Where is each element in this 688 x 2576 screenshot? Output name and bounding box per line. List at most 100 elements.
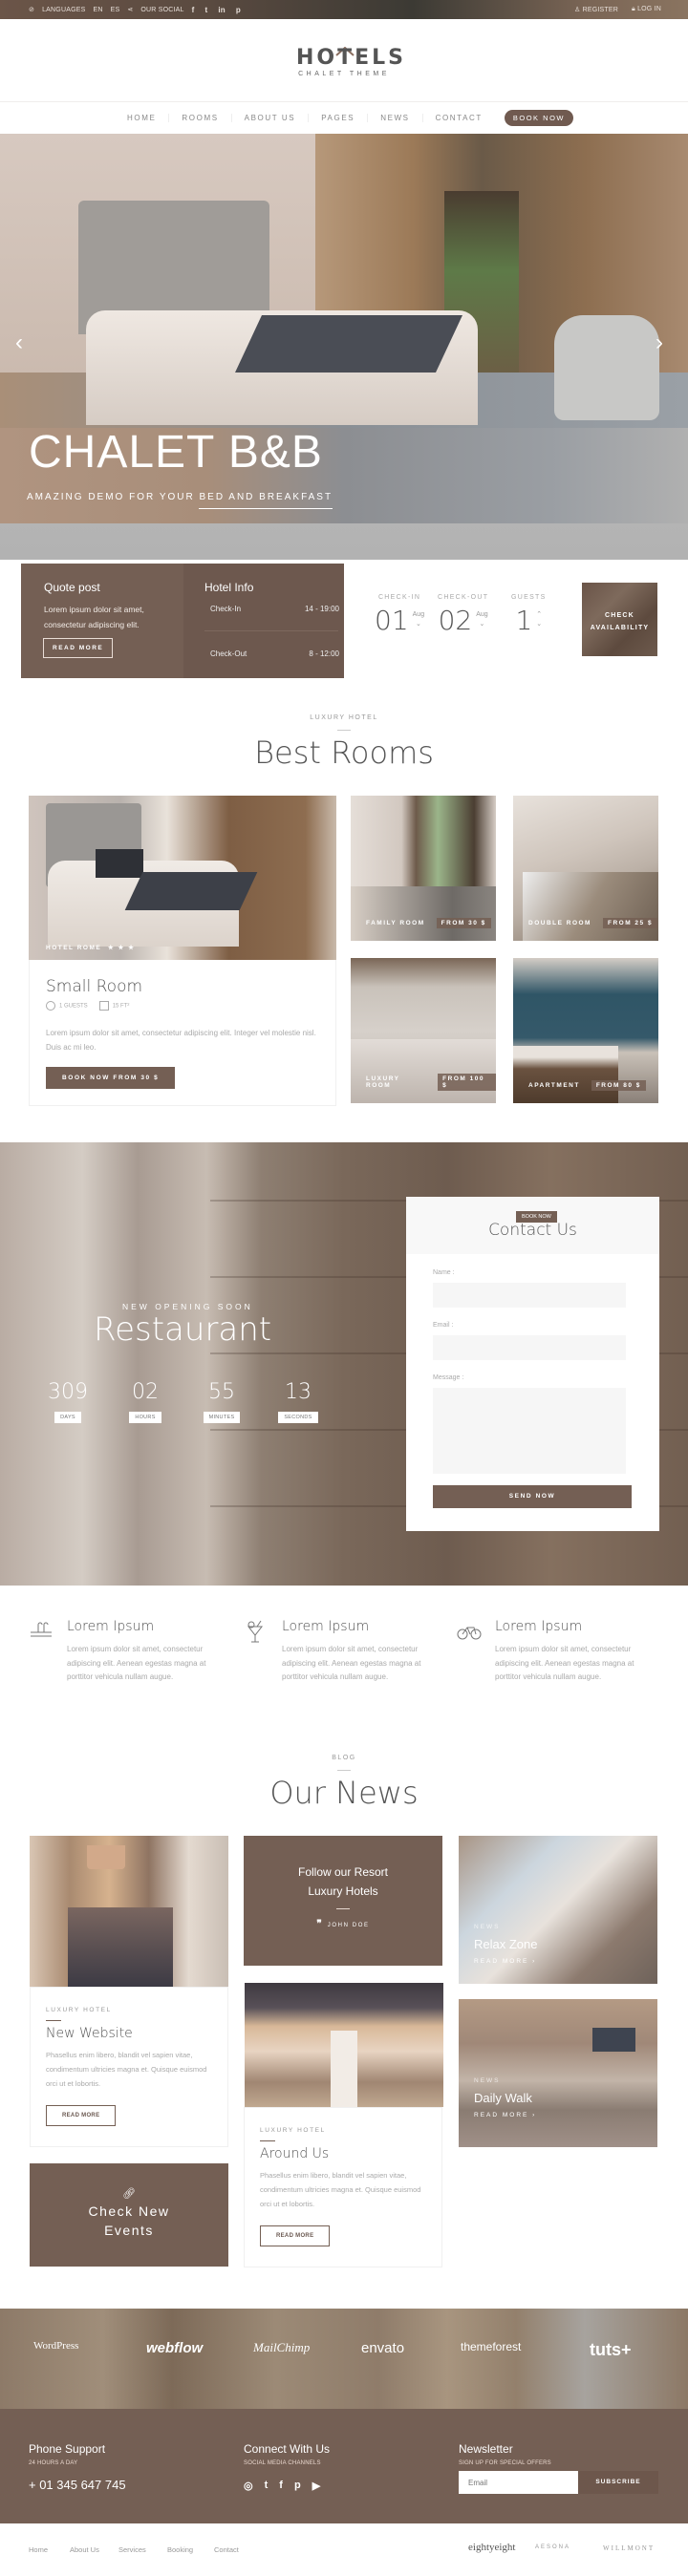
featured-room-image[interactable]: HOTEL ROME ★ ★ ★ <box>29 796 336 960</box>
lang-es-link[interactable]: ES <box>111 7 120 13</box>
guests-value: 1 <box>515 605 533 636</box>
instagram-icon[interactable]: ◎ <box>244 2480 253 2492</box>
footer-link-about[interactable]: About Us <box>70 2545 99 2554</box>
pinterest-icon[interactable]: p <box>294 2480 301 2492</box>
quote-read-more-button[interactable]: READ MORE <box>43 638 114 658</box>
pinterest-icon[interactable]: p <box>236 6 241 14</box>
name-field[interactable] <box>433 1283 626 1308</box>
partner-logo-envato[interactable]: envato <box>361 2340 404 2356</box>
send-now-button[interactable]: SEND NOW <box>433 1485 632 1508</box>
news-card-title[interactable]: New Website <box>46 2026 133 2041</box>
phone-number[interactable]: + 01 345 647 745 <box>29 2478 126 2492</box>
footer-heading: Newsletter <box>459 2442 513 2456</box>
news-image-dining[interactable] <box>30 1836 228 1987</box>
nav-rooms[interactable]: ROOMS <box>169 114 232 122</box>
book-now-button[interactable]: BOOK NOW <box>504 110 573 126</box>
slider-prev-arrow[interactable]: ‹ <box>15 330 23 356</box>
partner-logo-webflow[interactable]: webflow <box>146 2340 203 2356</box>
email-label: Email : <box>433 1322 454 1329</box>
room-tile[interactable]: FAMILY ROOM FROM 30 $ <box>351 796 496 941</box>
read-more-button[interactable]: READ MORE <box>260 2225 331 2246</box>
read-more-button[interactable]: READ MORE <box>46 2105 117 2126</box>
contact-title: Contact Us <box>488 1221 577 1240</box>
nav-about-us[interactable]: ABOUT US <box>232 114 310 122</box>
register-link[interactable]: ♙ REGISTER <box>574 6 618 13</box>
rooms-kicker: LUXURY HOTEL <box>310 714 378 721</box>
room-guests: 1 GUESTS <box>46 1001 88 1011</box>
login-link[interactable]: 🔒︎ LOG IN <box>632 6 661 13</box>
img-pillow <box>96 849 143 878</box>
name-label: Name : <box>433 1269 455 1276</box>
guests-stepper[interactable]: GUESTS 1 ⌃ ⌄ <box>511 594 547 636</box>
overlay-read-more[interactable]: READ MORE › <box>474 2112 536 2118</box>
news-card: LUXURY HOTEL New Website Phasellus enim … <box>30 1987 228 2147</box>
partner-logo-tuts[interactable]: tuts+ <box>590 2340 632 2360</box>
news-card-text: Phasellus enim libero, blandit vel sapie… <box>260 2171 421 2208</box>
email-field[interactable] <box>433 1335 626 1360</box>
footer-social-icons: ◎ t f p ▶ <box>244 2480 330 2492</box>
news-card-title[interactable]: Around Us <box>260 2146 329 2161</box>
facebook-icon[interactable]: f <box>192 6 195 14</box>
contact-form: BOOK NOW Contact Us Name : Email : Messa… <box>406 1197 659 1531</box>
countdown-hours: 02 HOURS <box>112 1380 179 1423</box>
footer-link-services[interactable]: Services <box>118 2545 146 2554</box>
nav-pages[interactable]: PAGES <box>309 114 369 122</box>
room-tile[interactable]: LUXURY ROOM FROM 100 $ <box>351 958 496 1103</box>
checkin-picker[interactable]: CHECK-IN 01 Aug ⌄ <box>375 594 424 636</box>
check-availability-button[interactable]: CHECK AVAILABILITY <box>582 583 657 656</box>
news-card-text: Phasellus enim libero, blandit vel sapie… <box>46 2051 207 2088</box>
news-card: LUXURY HOTEL Around Us Phasellus enim li… <box>244 2107 442 2267</box>
overlay-read-more[interactable]: READ MORE › <box>474 1958 537 1965</box>
footer-heading: Connect With Us <box>244 2442 331 2456</box>
tile-name: FAMILY ROOM <box>366 920 425 926</box>
news-image-restaurant[interactable] <box>245 1983 443 2107</box>
news-overlay-relax-zone[interactable]: NEWS Relax Zone READ MORE › <box>459 1836 657 1984</box>
social-label: OUR SOCIAL <box>140 6 184 13</box>
chevron-down-icon[interactable]: ⌄ <box>416 621 421 628</box>
partner-logo-wordpress[interactable]: WordPress <box>33 2340 78 2352</box>
news-overlay-daily-walk[interactable]: NEWS Daily Walk READ MORE › <box>459 1999 657 2147</box>
check-events-card[interactable]: 🔗︎ Check New Events <box>30 2163 228 2267</box>
footer-subheading: SOCIAL MEDIA CHANNELS <box>244 2460 321 2466</box>
book-room-button[interactable]: BOOK NOW FROM 30 $ <box>46 1067 176 1089</box>
twitter-icon[interactable]: t <box>204 6 207 14</box>
footer-link-home[interactable]: Home <box>29 2545 48 2554</box>
nav-home[interactable]: HOME <box>115 114 170 122</box>
chevron-down-icon[interactable]: ⌄ <box>536 621 542 628</box>
kicker-line <box>260 2140 275 2141</box>
overlay-title: Relax Zone <box>474 1937 538 1951</box>
nav-contact[interactable]: CONTACT <box>423 114 495 122</box>
message-field[interactable] <box>433 1388 626 1474</box>
youtube-icon[interactable]: ▶ <box>312 2480 320 2492</box>
checkout-picker[interactable]: CHECK-OUT 02 Aug ⌄ <box>438 594 488 636</box>
facebook-icon[interactable]: f <box>279 2480 283 2492</box>
chevron-up-icon[interactable]: ⌃ <box>536 611 542 618</box>
subscribe-button[interactable]: SUBSCRIBE <box>578 2471 658 2494</box>
footer-link-contact[interactable]: Contact <box>214 2545 239 2554</box>
divider <box>204 630 338 631</box>
events-title: Check New Events <box>88 2203 170 2238</box>
linkedin-icon[interactable]: in <box>218 6 226 14</box>
lang-en-link[interactable]: EN <box>93 7 102 13</box>
room-tile[interactable]: DOUBLE ROOM FROM 25 $ <box>513 796 658 941</box>
img-table <box>68 1907 173 1987</box>
chevron-down-icon[interactable]: ⌄ <box>480 621 485 628</box>
img-throw <box>124 872 258 910</box>
tile-name: LUXURY ROOM <box>366 1075 400 1089</box>
twitter-icon[interactable]: t <box>265 2480 269 2492</box>
countdown-unit: HOURS <box>129 1412 161 1423</box>
overlay-content: NEWS Daily Walk READ MORE › <box>474 2077 536 2118</box>
tile-bed <box>513 1046 618 1103</box>
newsletter-email-input[interactable] <box>459 2471 578 2494</box>
footer-link-booking[interactable]: Booking <box>167 2545 193 2554</box>
hero-chair <box>554 315 659 420</box>
footer-subheading: 24 HOURS A DAY <box>29 2460 78 2466</box>
slider-next-arrow[interactable]: › <box>656 330 663 356</box>
room-tile[interactable]: APARTMENT FROM 80 $ <box>513 958 658 1103</box>
partner-logo-mailchimp[interactable]: MailChimp <box>253 2340 310 2355</box>
partner-logo-themeforest[interactable]: themeforest <box>461 2340 521 2353</box>
nav-news[interactable]: NEWS <box>368 114 423 122</box>
top-bar: ⊘ LANGUAGES EN ES ⋖ OUR SOCIAL f t in p … <box>0 0 688 19</box>
caption-text: HOTEL ROME <box>46 945 102 951</box>
logo[interactable]: HOTELS CHALET THEME <box>296 46 403 77</box>
